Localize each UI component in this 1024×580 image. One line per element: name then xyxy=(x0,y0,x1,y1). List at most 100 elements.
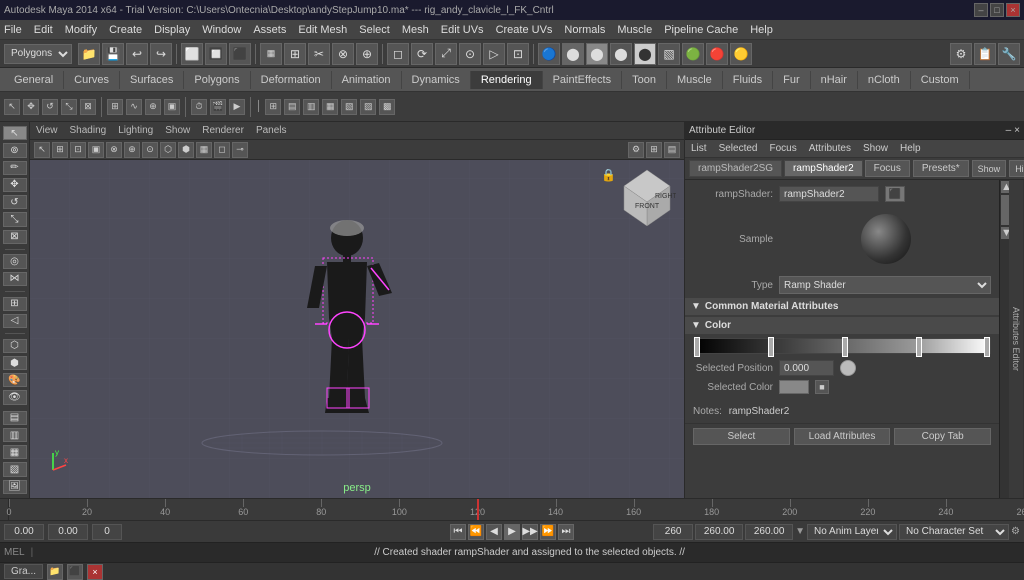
go-end-btn[interactable]: ⏭ xyxy=(558,524,574,540)
vp-tb-8[interactable]: ⬡ xyxy=(160,142,176,158)
select-btn[interactable]: Select xyxy=(693,428,790,445)
tb-icon-13[interactable]: ◻ xyxy=(387,43,409,65)
tab-fluids[interactable]: Fluids xyxy=(723,71,773,89)
tb-icon-15[interactable]: ⤢ xyxy=(435,43,457,65)
layout7-icon[interactable]: ▩ xyxy=(379,99,395,115)
ipr-icon[interactable]: ▶ xyxy=(229,99,245,115)
hypershade[interactable]: ⬢ xyxy=(3,356,27,370)
tab-dynamics[interactable]: Dynamics xyxy=(402,71,471,89)
rotate-icon[interactable]: ↺ xyxy=(42,99,58,115)
color-preview[interactable] xyxy=(779,380,809,394)
position-knob[interactable] xyxy=(840,360,856,376)
ramp-marker-1[interactable] xyxy=(768,337,774,357)
tb-icon-26[interactable]: 🔴 xyxy=(706,43,728,65)
tb-icon-23[interactable]: ⬤ xyxy=(634,43,656,65)
attr-tab-1[interactable]: rampShader2 xyxy=(784,160,863,177)
ramp-bar[interactable] xyxy=(693,338,991,354)
attr-menu-show[interactable]: Show xyxy=(863,143,888,154)
tb-icon-8[interactable]: ▦ xyxy=(260,43,282,65)
bottom-icon-2[interactable]: ⬛ xyxy=(67,564,83,580)
rotate-tool[interactable]: ↺ xyxy=(3,195,27,209)
layout4-icon[interactable]: ▦ xyxy=(322,99,338,115)
attr-menu-focus[interactable]: Focus xyxy=(769,143,796,154)
quick-layout[interactable]: ▤ xyxy=(3,411,27,425)
menu-modify[interactable]: Modify xyxy=(65,24,97,36)
tb-icon-17[interactable]: ▷ xyxy=(483,43,505,65)
paint-tool[interactable]: ✏ xyxy=(3,161,27,175)
select-icon[interactable]: ↖ xyxy=(4,99,20,115)
vp-tb-7[interactable]: ⊙ xyxy=(142,142,158,158)
tb-icon-22[interactable]: ⬤ xyxy=(610,43,632,65)
snap-grid-icon[interactable]: ⊞ xyxy=(107,99,123,115)
layout3-icon[interactable]: ▥ xyxy=(303,99,319,115)
tb-icon-9[interactable]: ⊞ xyxy=(284,43,306,65)
options-btn[interactable]: ⚙ xyxy=(1011,526,1020,537)
snap-curve-icon[interactable]: ∿ xyxy=(126,99,142,115)
snap-point-icon[interactable]: ⊕ xyxy=(145,99,161,115)
vp-menu-shading[interactable]: Shading xyxy=(70,125,107,136)
current-time-3[interactable] xyxy=(92,524,122,540)
scroll-up[interactable]: ▲ xyxy=(1001,181,1009,193)
tab-toon[interactable]: Toon xyxy=(622,71,667,89)
selected-position-input[interactable] xyxy=(779,360,834,376)
tab-muscle[interactable]: Muscle xyxy=(667,71,723,89)
ramp-marker-3[interactable] xyxy=(916,337,922,357)
menu-mesh[interactable]: Mesh xyxy=(402,24,429,36)
tab-custom[interactable]: Custom xyxy=(911,71,970,89)
last-tool[interactable]: ◁ xyxy=(3,314,27,328)
bottom-tab-gra[interactable]: Gra... xyxy=(4,564,43,579)
timeline-ruler[interactable]: // Will be rendered via JS below 0204060… xyxy=(8,499,1024,521)
move-icon[interactable]: ✥ xyxy=(23,99,39,115)
tb-icon-6[interactable]: 🔲 xyxy=(205,43,227,65)
tb-right-1[interactable]: ⚙ xyxy=(950,43,972,65)
tb-icon-20[interactable]: ⬤ xyxy=(562,43,584,65)
tb-icon-3[interactable]: ↩ xyxy=(126,43,148,65)
tb-icon-11[interactable]: ⊗ xyxy=(332,43,354,65)
visor[interactable]: 👁 xyxy=(3,390,27,404)
tb-icon-1[interactable]: 📁 xyxy=(78,43,100,65)
tab-surfaces[interactable]: Surfaces xyxy=(120,71,184,89)
quick-layout4[interactable]: ▧ xyxy=(3,462,27,476)
history-icon[interactable]: ⏱ xyxy=(191,99,207,115)
prev-frame-btn[interactable]: ◀ xyxy=(486,524,502,540)
maximize-btn[interactable]: □ xyxy=(990,3,1004,17)
show-btn[interactable]: Show xyxy=(972,160,1007,177)
tb-icon-16[interactable]: ⊙ xyxy=(459,43,481,65)
attr-menu-help[interactable]: Help xyxy=(900,143,921,154)
scroll-down[interactable]: ▼ xyxy=(1001,227,1009,239)
menu-display[interactable]: Display xyxy=(154,24,190,36)
play-btn[interactable]: ▶ xyxy=(504,524,520,540)
ramp-marker-4[interactable] xyxy=(984,337,990,357)
menu-select[interactable]: Select xyxy=(359,24,390,36)
attr-menu-selected[interactable]: Selected xyxy=(719,143,758,154)
minimize-btn[interactable]: – xyxy=(974,3,988,17)
menu-pipeline[interactable]: Pipeline Cache xyxy=(664,24,738,36)
render-view[interactable]: ⬡ xyxy=(3,339,27,353)
bottom-icon-3[interactable]: × xyxy=(87,564,103,580)
scroll-thumb[interactable] xyxy=(1001,195,1009,225)
sym-tool[interactable]: ⋈ xyxy=(3,272,27,286)
tb-icon-21[interactable]: ⬤ xyxy=(586,43,608,65)
attr-close[interactable]: × xyxy=(1014,125,1020,136)
ramp-marker-0[interactable] xyxy=(694,337,700,357)
show-manip[interactable]: ⊞ xyxy=(3,297,27,311)
soft-select[interactable]: ◎ xyxy=(3,254,27,268)
menu-create[interactable]: Create xyxy=(109,24,142,36)
menu-muscle[interactable]: Muscle xyxy=(617,24,652,36)
color-picker-btn[interactable]: ■ xyxy=(815,380,829,394)
menu-help[interactable]: Help xyxy=(750,24,773,36)
vp-tb-10[interactable]: ▦ xyxy=(196,142,212,158)
paint-scene[interactable]: 🎨 xyxy=(3,373,27,387)
vp-right-2[interactable]: ⊞ xyxy=(646,142,662,158)
render-icon[interactable]: 🎬 xyxy=(210,99,226,115)
menu-assets[interactable]: Assets xyxy=(253,24,286,36)
transform-icon[interactable]: ⊠ xyxy=(80,99,96,115)
current-time-1[interactable] xyxy=(4,524,44,540)
tb-icon-19[interactable]: 🔵 xyxy=(538,43,560,65)
tab-polygons[interactable]: Polygons xyxy=(184,71,250,89)
menu-window[interactable]: Window xyxy=(202,24,241,36)
timeline[interactable]: // Will be rendered via JS below 0204060… xyxy=(0,498,1024,520)
attr-tab-0[interactable]: rampShader2SG xyxy=(689,160,782,177)
tab-animation[interactable]: Animation xyxy=(332,71,402,89)
select-tool[interactable]: ↖ xyxy=(3,126,27,140)
